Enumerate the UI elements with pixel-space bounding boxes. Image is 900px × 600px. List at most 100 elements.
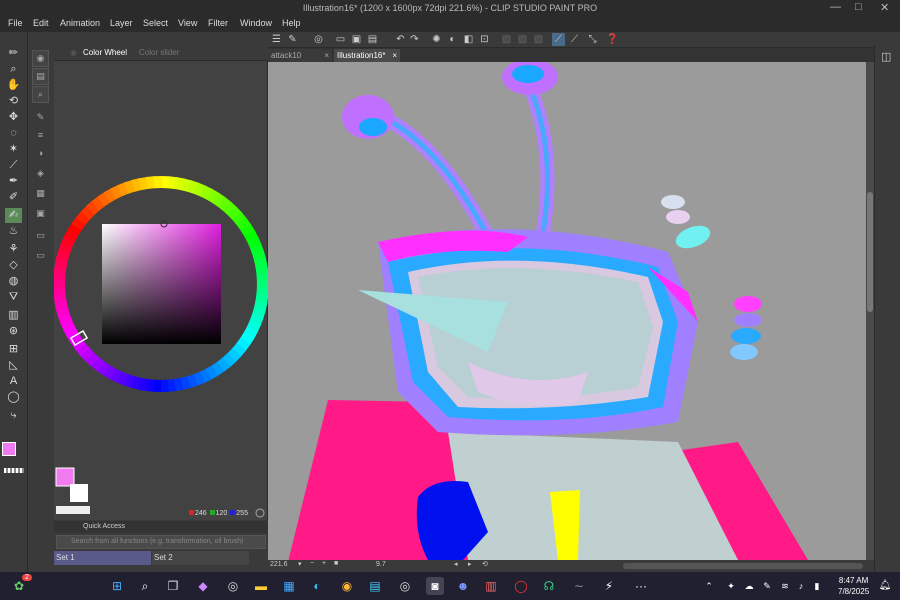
horizontal-scrollbar[interactable] bbox=[623, 563, 863, 569]
crop-icon[interactable]: ▨ bbox=[532, 33, 545, 46]
clip-studio-icon[interactable]: ◎ bbox=[312, 33, 325, 46]
transform-icon[interactable]: ⊡ bbox=[478, 33, 491, 46]
loading-icon[interactable]: ✺ bbox=[430, 33, 443, 46]
quick-access-set-2[interactable]: Set 2 bbox=[152, 551, 249, 565]
menu-edit[interactable]: Edit bbox=[33, 18, 49, 28]
vertical-scrollbar[interactable] bbox=[866, 62, 874, 560]
decoration-icon[interactable]: ⚘ bbox=[5, 242, 22, 257]
brush-icon[interactable]: ✍ bbox=[5, 208, 22, 223]
ibispaint-icon[interactable]: ▥ bbox=[482, 577, 500, 595]
panel-toggle-icon[interactable]: ◫ bbox=[881, 50, 891, 63]
copilot-icon[interactable]: ◆ bbox=[194, 577, 212, 595]
tab-illustration16-close[interactable]: × bbox=[392, 51, 397, 60]
clock[interactable]: 8:47 AM 7/8/2025 bbox=[838, 575, 869, 597]
move-icon[interactable]: ✥ bbox=[5, 110, 22, 125]
zoom-out-icon[interactable]: − bbox=[310, 560, 314, 567]
clip-studio-taskbar-icon[interactable]: ◎ bbox=[396, 577, 414, 595]
rotate-icon[interactable]: ⟲ bbox=[5, 94, 22, 109]
tab-attack10[interactable]: attack10 × bbox=[268, 49, 332, 62]
export-icon[interactable]: ✎ bbox=[286, 33, 299, 46]
search-icon[interactable]: ⌕ bbox=[136, 577, 154, 595]
subtool-brush-icon[interactable]: ✎ bbox=[32, 110, 49, 127]
stabilizer-icon[interactable]: ⟋ bbox=[552, 33, 565, 46]
subtool-folder-icon[interactable]: ▭ bbox=[32, 228, 49, 245]
file-explorer-icon[interactable]: ▬ bbox=[252, 577, 270, 595]
hand-icon[interactable]: ✋ bbox=[5, 78, 22, 93]
task-view-icon[interactable]: ❐ bbox=[164, 577, 182, 595]
snap-icon[interactable]: ⟋ bbox=[568, 33, 581, 46]
clear-icon[interactable]: ◐ bbox=[446, 33, 459, 46]
subtool-folder2-icon[interactable]: ▭ bbox=[32, 248, 49, 265]
angle-value[interactable]: 9.7 bbox=[376, 561, 386, 568]
lasso-icon[interactable]: ◌ bbox=[5, 126, 22, 141]
panel-transparent-color[interactable] bbox=[56, 506, 90, 514]
app-script-icon[interactable]: ∼ bbox=[570, 577, 588, 595]
rotate-right-icon[interactable]: ▸ bbox=[468, 560, 472, 568]
headphones-icon[interactable]: ☊ bbox=[540, 577, 558, 595]
more-apps[interactable]: ··· bbox=[632, 577, 650, 595]
invert-icon[interactable]: ▨ bbox=[516, 33, 529, 46]
new-icon[interactable]: ▭ bbox=[334, 33, 347, 46]
subtool-eye-icon[interactable]: ◑ bbox=[32, 146, 49, 163]
balloon-icon[interactable]: ◯ bbox=[5, 390, 22, 405]
pencil-icon[interactable]: ✐ bbox=[5, 190, 22, 205]
zoom-value[interactable]: 221.6 bbox=[270, 561, 288, 568]
menu-view[interactable]: View bbox=[178, 18, 197, 28]
panel-sub-color[interactable] bbox=[70, 484, 88, 502]
zoom-arrow-icon[interactable]: ▾ bbox=[298, 560, 302, 568]
color-wheel[interactable] bbox=[54, 44, 268, 520]
tab-attack10-close[interactable]: × bbox=[324, 51, 329, 60]
fill-bucket-icon[interactable]: ⛛ bbox=[5, 290, 22, 305]
subtool-layer-icon[interactable]: ▤ bbox=[32, 68, 49, 85]
frame-icon[interactable]: ⊞ bbox=[5, 342, 22, 357]
scroll-thumb[interactable] bbox=[867, 192, 873, 312]
pen-nib-icon[interactable]: ✒ bbox=[5, 174, 22, 189]
notes-icon[interactable]: ▤ bbox=[366, 577, 384, 595]
menu-help[interactable]: Help bbox=[282, 18, 301, 28]
figure-icon[interactable]: ⊛ bbox=[5, 324, 22, 339]
menu-filter[interactable]: Filter bbox=[208, 18, 228, 28]
wand-icon[interactable]: ✶ bbox=[5, 142, 22, 157]
blend-icon[interactable]: ◍ bbox=[5, 274, 22, 289]
subtool-search-icon[interactable]: ⌕ bbox=[32, 86, 49, 103]
text-icon[interactable]: A bbox=[5, 374, 22, 389]
main-color-swatch[interactable] bbox=[2, 442, 16, 456]
battery-icon[interactable]: ▮ bbox=[808, 577, 826, 595]
pen-icon[interactable]: ✏ bbox=[5, 46, 22, 61]
zoom-icon[interactable]: ⌕ bbox=[5, 62, 22, 77]
correct-line-icon[interactable]: ⤷ bbox=[5, 408, 22, 423]
zoom-in-icon[interactable]: + bbox=[322, 560, 326, 567]
open-icon[interactable]: ▣ bbox=[350, 33, 363, 46]
chrome-icon[interactable]: ◉ bbox=[338, 577, 356, 595]
subtool-image-icon[interactable]: ▣ bbox=[32, 206, 49, 223]
ruler-tool-icon[interactable]: ◺ bbox=[5, 358, 22, 373]
subtool-slider-icon[interactable]: ≡ bbox=[32, 128, 49, 145]
eyedropper-icon[interactable]: ⟋ bbox=[5, 158, 22, 173]
opera-icon[interactable]: ◯ bbox=[512, 577, 530, 595]
tab-illustration16[interactable]: Illustration16* × bbox=[334, 49, 400, 62]
deselect-icon[interactable]: ▨ bbox=[500, 33, 513, 46]
menu-select[interactable]: Select bbox=[143, 18, 168, 28]
subtool-palette-icon[interactable]: ◉ bbox=[32, 50, 49, 67]
reset-rotation-icon[interactable]: ⟲ bbox=[482, 560, 488, 568]
app-icon[interactable]: ◎ bbox=[224, 577, 242, 595]
discord-icon[interactable]: ☻ bbox=[454, 577, 472, 595]
panel-main-color[interactable] bbox=[55, 467, 75, 487]
tray-cloud-icon[interactable]: ☁ bbox=[740, 577, 758, 595]
maximize-button[interactable]: □ bbox=[855, 1, 862, 13]
edge-icon[interactable]: ◐ bbox=[308, 577, 326, 595]
lightning-icon[interactable]: ⚡ bbox=[600, 577, 618, 595]
transparent-swatch[interactable] bbox=[4, 468, 24, 473]
tray-chevron-icon[interactable]: ⌃ bbox=[700, 577, 718, 595]
color-mode-icon[interactable] bbox=[255, 508, 265, 518]
tray-app-icon[interactable]: ✦ bbox=[722, 577, 740, 595]
clip-studio-paint-icon[interactable]: ◙ bbox=[426, 577, 444, 595]
menu-file[interactable]: File bbox=[8, 18, 23, 28]
stop-icon[interactable]: ■ bbox=[334, 560, 338, 567]
redo-icon[interactable]: ↷ bbox=[408, 33, 421, 46]
minimize-button[interactable]: — bbox=[830, 1, 841, 13]
start-icon[interactable]: ⊞ bbox=[108, 577, 126, 595]
canvas[interactable] bbox=[268, 62, 868, 560]
fill-icon[interactable]: ◧ bbox=[462, 33, 475, 46]
subtool-grid-icon[interactable]: ▦ bbox=[32, 186, 49, 203]
